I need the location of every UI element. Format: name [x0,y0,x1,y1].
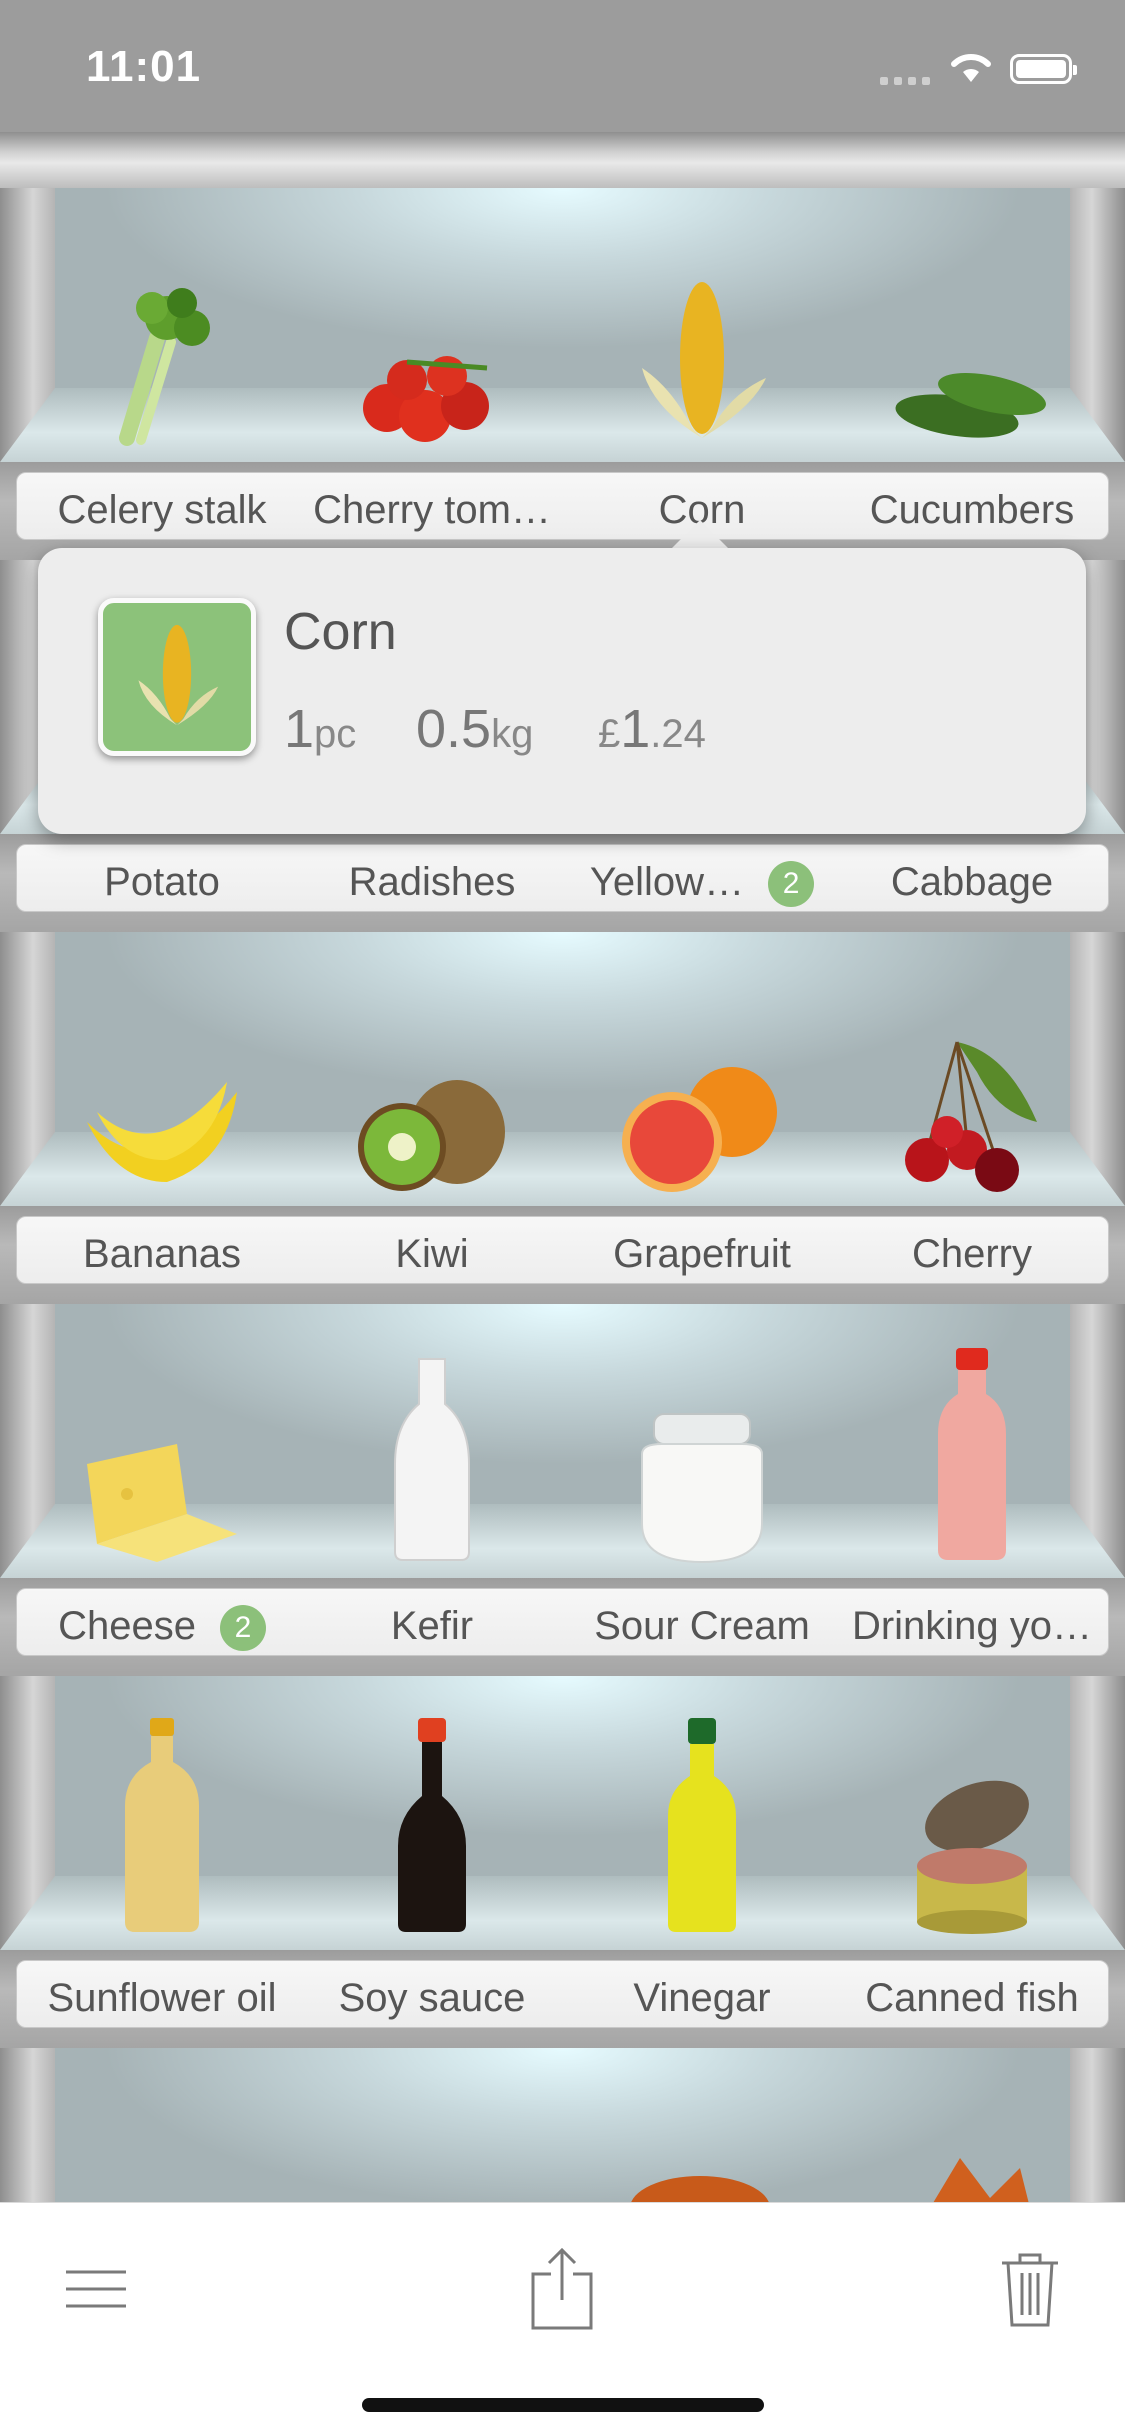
status-bar: 11:01 [0,0,1125,132]
shelf-item-soy-sauce[interactable]: Soy sauce [297,1676,567,2028]
item-label: Cherry tom… [313,488,551,532]
cucumbers-icon [837,258,1107,448]
shelf-item-drinking-yogurt[interactable]: Drinking yo… [837,1304,1107,1656]
popover-title: Corn [284,603,397,661]
shelf-item-cherry[interactable]: Cherry [837,932,1107,1284]
item-label: Soy sauce [338,1976,526,2020]
shelf-item-bananas[interactable]: Bananas [27,932,297,1284]
shelf-item-cheese[interactable]: Cheese 2 [27,1304,297,1656]
fridge-screen: 11:01 Celery stalk Cherry tom… Corn Cucu… [0,0,1125,2436]
shelf-item-kefir[interactable]: Kefir [297,1304,567,1656]
item-label: Yellow… 2 [567,860,837,908]
item-label: Radishes [348,860,516,904]
share-button[interactable] [512,2239,612,2339]
item-label: Bananas [83,1232,241,1276]
corn-thumbnail [98,598,256,756]
grapefruit-icon [567,1002,837,1192]
tomatoes-icon [297,258,567,448]
item-label: Vinegar [633,1976,771,2020]
item-label: Celery stalk [57,488,267,532]
item-label: Kiwi [395,1232,469,1276]
shelf-item-celery[interactable]: Celery stalk [27,188,297,540]
item-label: Sour Cream [594,1604,810,1648]
quantity-value: 1pc [284,699,357,759]
partial-food-icon [930,2158,1030,2208]
item-label: Kefir [390,1604,474,1648]
sunflower-oil-bottle-icon [27,1718,297,1936]
shelf-item-grapefruit[interactable]: Grapefruit [567,932,837,1284]
wifi-icon [948,50,994,89]
cheese-icon [27,1374,297,1564]
cellular-signal-icon [880,72,936,90]
delete-button[interactable] [980,2239,1080,2339]
item-label: Cucumbers [869,488,1075,532]
share-icon [531,2248,593,2330]
popover-arrow [670,520,730,550]
kiwi-icon [297,1002,567,1192]
count-badge: 2 [219,1605,266,1652]
count-badge: 2 [768,861,815,908]
menu-icon [66,2270,126,2308]
item-label: Sunflower oil [47,1976,277,2020]
celery-icon [27,258,297,448]
shelf-item-vinegar[interactable]: Vinegar [567,1676,837,2028]
soy-sauce-bottle-icon [297,1718,567,1936]
shelf-5: Sunflower oil Soy sauce Vinegar Canned f… [0,1676,1125,2048]
item-label: Cheese 2 [27,1604,297,1652]
item-label: Cabbage [890,860,1054,904]
shelf-item-kiwi[interactable]: Kiwi [297,932,567,1284]
drinking-yogurt-bottle-icon [837,1348,1107,1564]
shelf-item-cucumbers[interactable]: Cucumbers [837,188,1107,540]
item-detail-popover[interactable]: Corn 1pc 0.5kg £1.24 [38,548,1086,834]
fridge-top-rail [0,132,1125,188]
item-label: Canned fish [865,1976,1079,2020]
bananas-icon [27,1002,297,1192]
status-time: 11:01 [86,42,202,91]
shelf-item-sour-cream[interactable]: Sour Cream [567,1304,837,1656]
shelf-3: Bananas Kiwi Grapefruit Cherry [0,932,1125,1304]
home-indicator [362,2398,764,2412]
item-label: Cherry [911,1232,1033,1276]
battery-icon [1010,54,1077,84]
item-label: Drinking yo… [851,1604,1093,1648]
cherry-icon [837,1002,1107,1192]
item-label: Potato [104,860,220,904]
shelf-4: Cheese 2 Kefir Sour Cream Drinking yo… [0,1304,1125,1676]
menu-button[interactable] [46,2239,146,2339]
weight-value: 0.5kg [416,699,534,759]
corn-icon [567,258,837,448]
vinegar-bottle-icon [567,1718,837,1936]
corn-icon [138,624,219,726]
shelf-item-sunflower-oil[interactable]: Sunflower oil [27,1676,297,2028]
canned-fish-icon [837,1746,1107,1936]
shelf-item-corn[interactable]: Corn [567,188,837,540]
shelf-item-canned-fish[interactable]: Canned fish [837,1676,1107,2028]
sour-cream-jar-icon [567,1374,837,1564]
trash-icon [1002,2253,1058,2327]
price-value: £1.24 [598,699,706,759]
shelf-item-cherry-tomatoes[interactable]: Cherry tom… [297,188,567,540]
kefir-bottle-icon [297,1358,567,1564]
item-label: Grapefruit [613,1232,791,1276]
shelf-1: Celery stalk Cherry tom… Corn Cucumbers [0,188,1125,560]
